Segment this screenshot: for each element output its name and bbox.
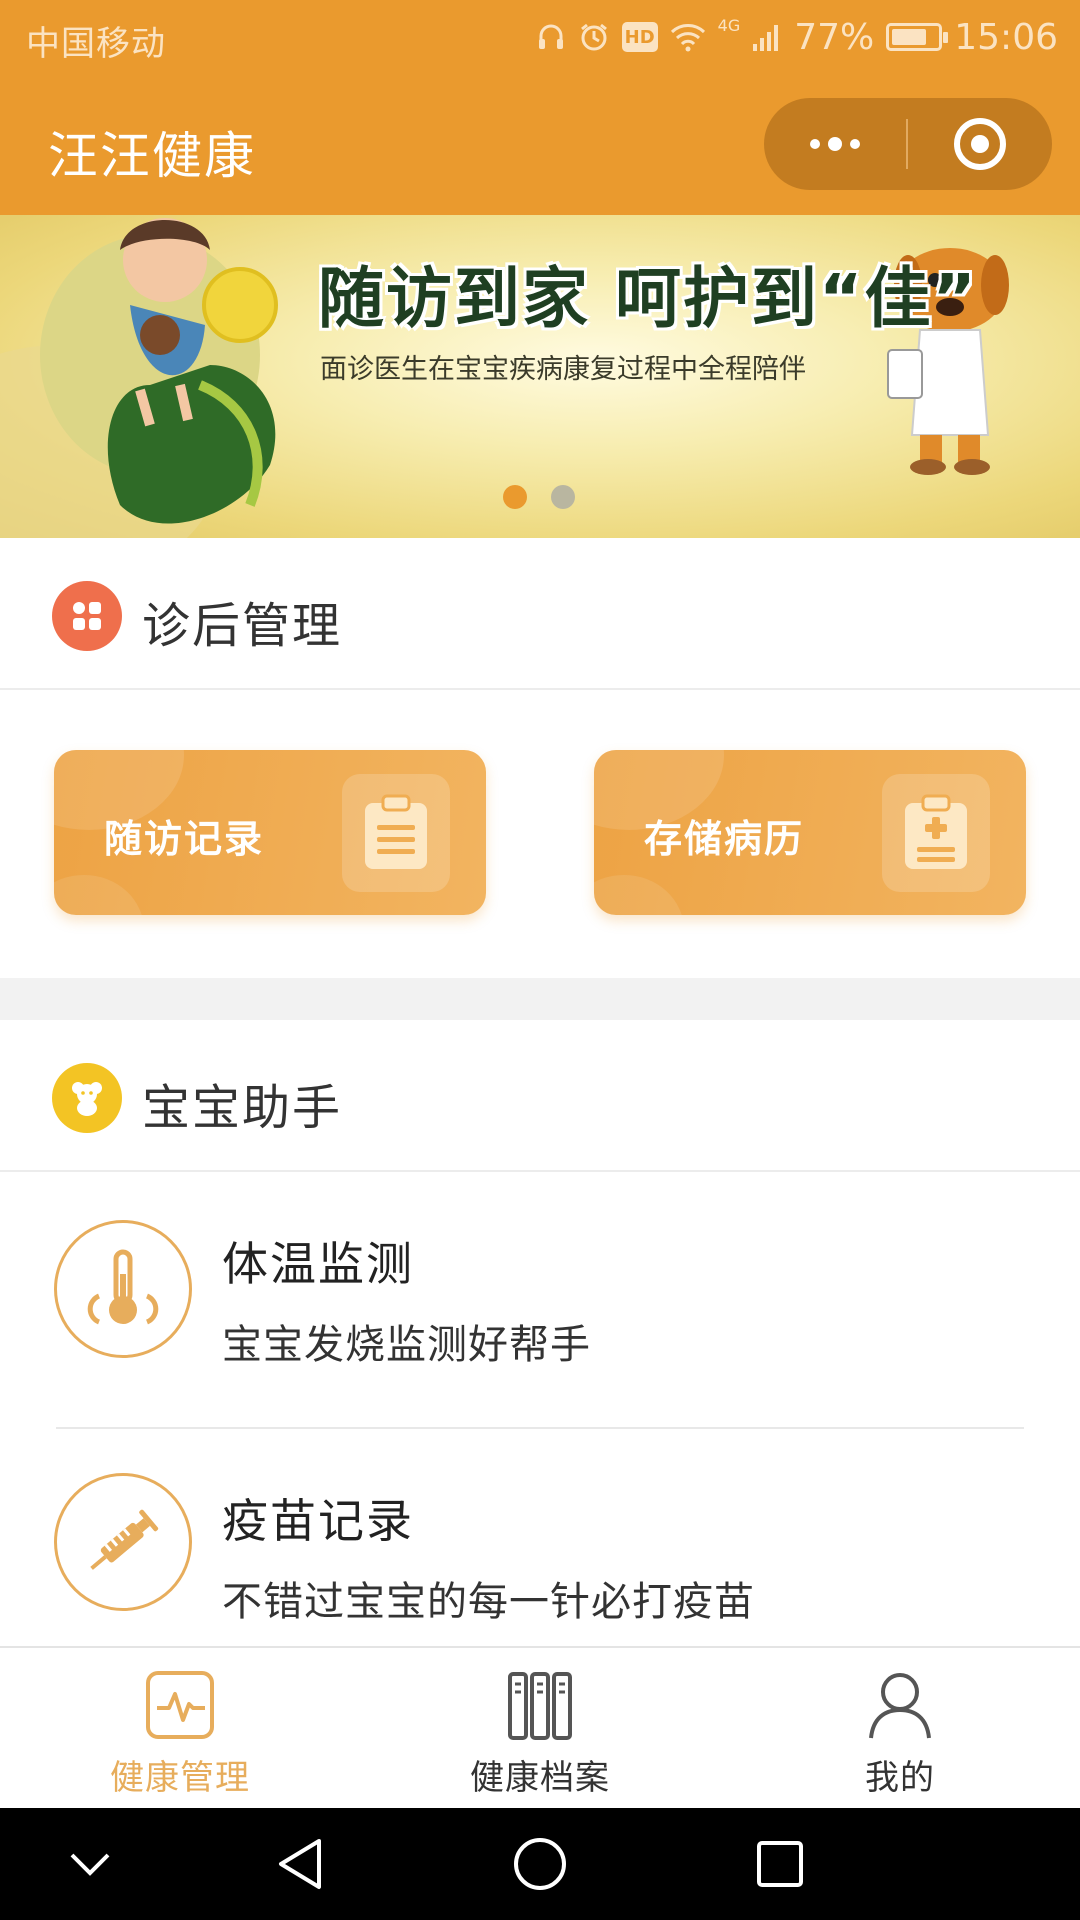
home-circle-icon[interactable] (480, 1808, 600, 1920)
person-icon (863, 1668, 937, 1746)
card-label: 存储病历 (644, 817, 805, 861)
hd-icon: HD (621, 22, 658, 52)
battery-percent: 77% (794, 16, 875, 58)
section-baby-helper-header: 宝宝助手 (0, 1020, 1080, 1172)
pulse-icon (143, 1668, 217, 1746)
syringe-icon (54, 1473, 192, 1611)
mini-program-capsule (764, 98, 1052, 190)
tab-label: 健康档案 (470, 1758, 610, 1798)
target-icon[interactable] (908, 98, 1052, 190)
medical-record-icon (882, 774, 990, 892)
card-label: 随访记录 (104, 817, 265, 861)
grid-icon (52, 581, 122, 651)
list-item-title: 体温监测 (222, 1237, 414, 1291)
list-item-description: 不错过宝宝的每一针必打疫苗 (222, 1579, 755, 1625)
banner-subtitle: 面诊医生在宝宝疾病康复过程中全程陪伴 (320, 354, 806, 385)
carousel-dot[interactable] (551, 485, 575, 509)
carrier-label: 中国移动 (26, 24, 166, 64)
header: 中国移动 HD 4G 77% 15:06 汪汪健康 (0, 0, 1080, 215)
teddy-bear-icon (52, 1063, 122, 1133)
clipboard-icon (342, 774, 450, 892)
more-dots-icon[interactable] (764, 98, 906, 190)
headphones-icon (536, 22, 566, 52)
vaccine-records-item[interactable]: 疫苗记录 不错过宝宝的每一针必打疫苗 (0, 1429, 1080, 1646)
status-icons: HD 4G 77% 15:06 (536, 12, 1058, 62)
tab-me[interactable]: 我的 (720, 1648, 1080, 1808)
network-label: 4G (717, 15, 741, 35)
section-title: 宝宝助手 (142, 1080, 343, 1136)
recents-square-icon[interactable] (720, 1808, 840, 1920)
tab-label: 我的 (865, 1758, 935, 1798)
alarm-icon (578, 21, 610, 53)
tab-health-management[interactable]: 健康管理 (0, 1648, 360, 1808)
clock: 15:06 (954, 16, 1058, 58)
status-bar: 中国移动 HD 4G 77% 15:06 (0, 0, 1080, 75)
list-item-title: 疫苗记录 (222, 1494, 414, 1548)
section-divider (0, 978, 1080, 1020)
promo-banner[interactable]: 随访到家 呵护到“佳” 面诊医生在宝宝疾病康复过程中全程陪伴 (0, 215, 1080, 538)
post-visit-cards: 随访记录 存储病历 (0, 692, 1080, 978)
section-title: 诊后管理 (142, 598, 343, 654)
wifi-icon (670, 22, 706, 52)
carousel-dot-active[interactable] (503, 485, 527, 509)
battery-icon (886, 23, 949, 51)
tab-label: 健康管理 (110, 1758, 250, 1798)
stored-records-card[interactable]: 存储病历 (594, 750, 1026, 915)
bottom-tab-bar: 健康管理 健康档案 我的 (0, 1646, 1080, 1808)
list-item-description: 宝宝发烧监测好帮手 (222, 1322, 591, 1368)
temperature-monitor-item[interactable]: 体温监测 宝宝发烧监测好帮手 (0, 1172, 1080, 1428)
page-title: 汪汪健康 (48, 127, 256, 185)
folders-icon (503, 1668, 577, 1746)
section-post-visit-header: 诊后管理 (0, 538, 1080, 690)
banner-headline: 随访到家 呵护到“佳” (318, 260, 978, 337)
carousel-indicator (503, 485, 575, 509)
back-triangle-icon[interactable] (240, 1808, 360, 1920)
followup-records-card[interactable]: 随访记录 (54, 750, 486, 915)
tab-health-records[interactable]: 健康档案 (360, 1648, 720, 1808)
signal-icon (752, 22, 782, 52)
system-navigation-bar (0, 1808, 1080, 1920)
collapse-chevron-icon[interactable] (30, 1808, 150, 1920)
thermometer-icon (54, 1220, 192, 1358)
